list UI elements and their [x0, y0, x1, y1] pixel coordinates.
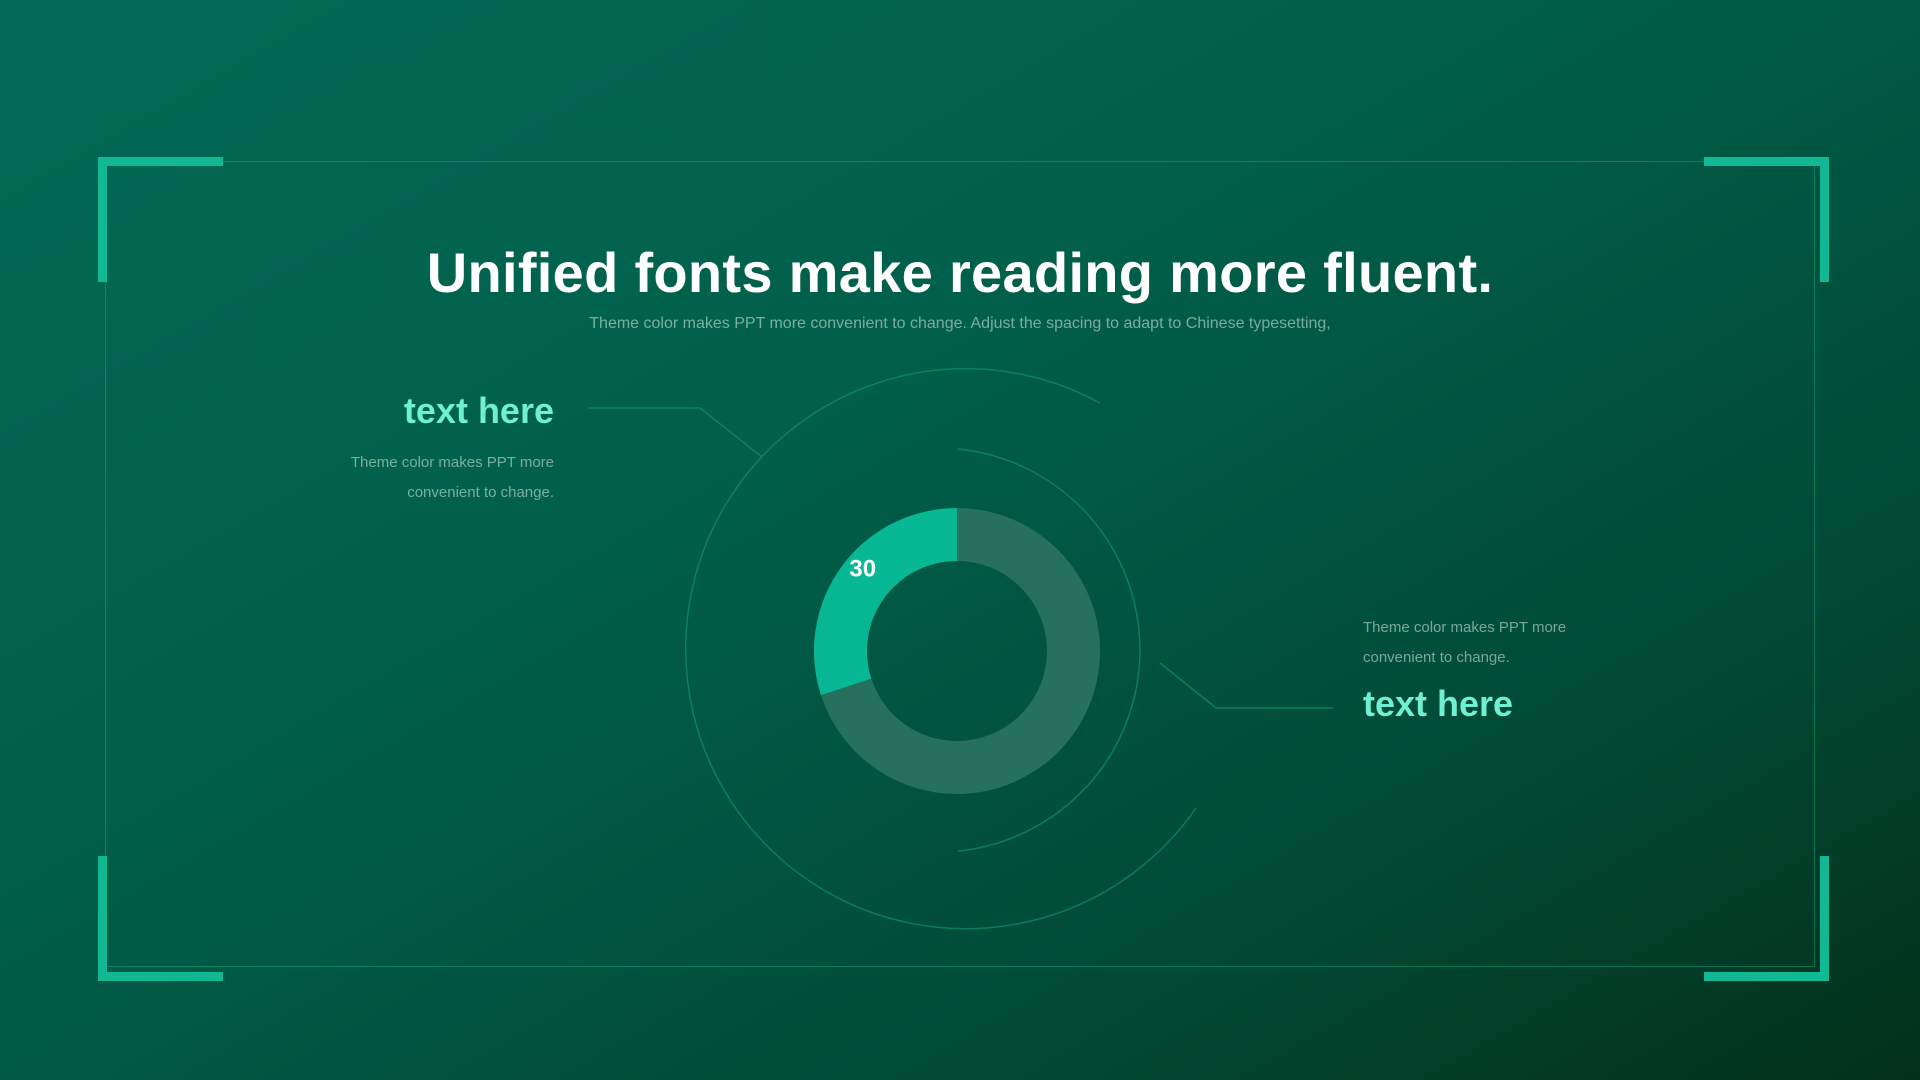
right-callout-desc-line1: Theme color makes PPT more [1363, 619, 1567, 636]
donut-segments [813, 508, 1100, 794]
left-callout-desc-line1: Theme color makes PPT more [350, 454, 554, 471]
left-callout-desc-line2: convenient to change. [407, 484, 554, 501]
right-callout-description: Theme color makes PPT more convenient to… [1363, 613, 1623, 673]
right-callout-title: text here [1363, 683, 1514, 724]
left-callout-title: text here [403, 390, 554, 431]
slice-value-label: 30 [849, 556, 876, 583]
right-callout-desc-line2: convenient to change. [1363, 649, 1510, 666]
donut-chart: 30 [588, 367, 1333, 930]
donut-segment-0 [813, 508, 957, 696]
left-connector-line [588, 407, 763, 458]
left-callout-description: Theme color makes PPT more convenient to… [254, 448, 554, 508]
outer-arc-decoration [684, 367, 1197, 930]
right-connector-line [1159, 662, 1333, 709]
